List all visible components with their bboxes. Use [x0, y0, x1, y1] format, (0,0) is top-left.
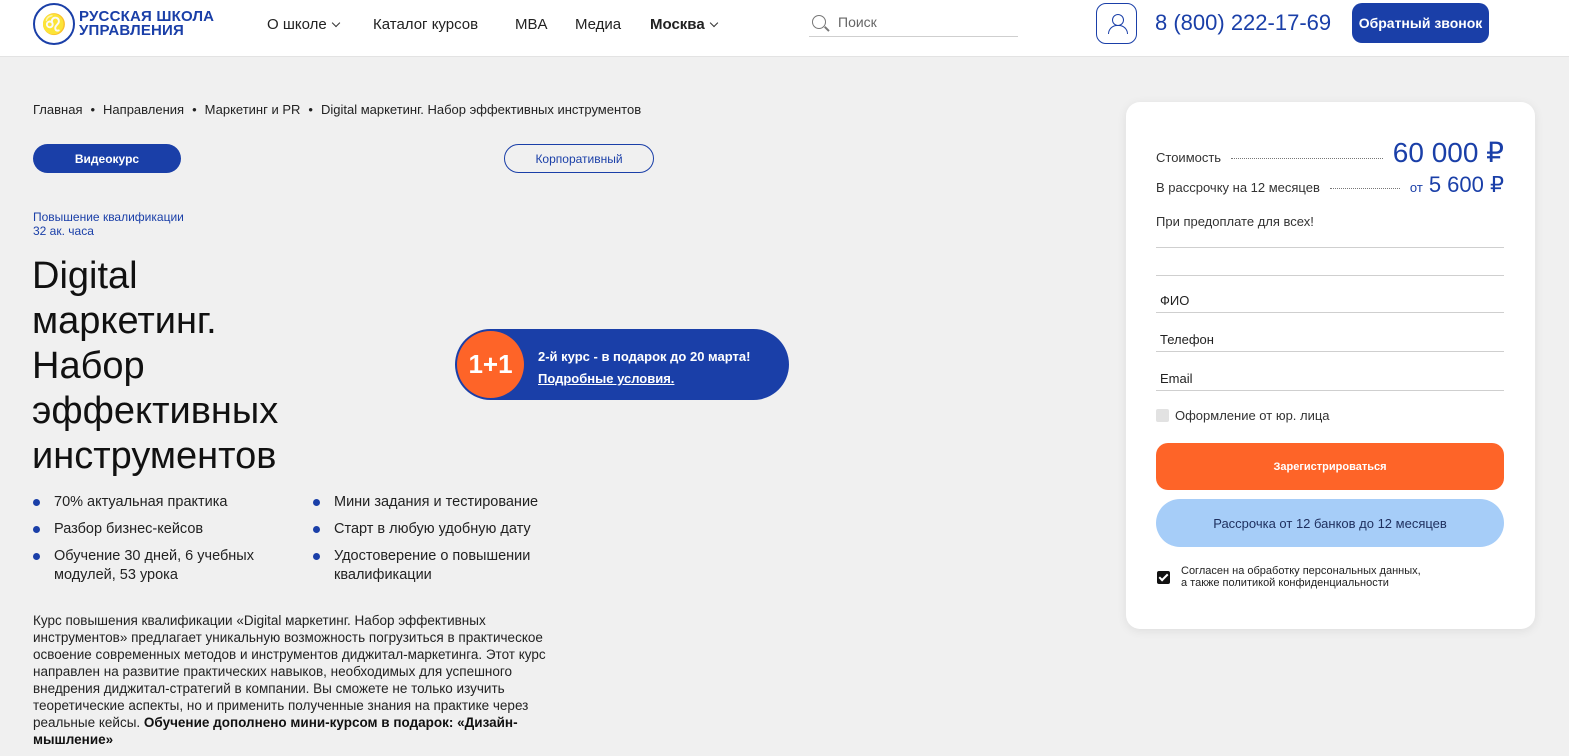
nav-media[interactable]: Медиа [575, 16, 621, 33]
promo-text: 2-й курс - в подарок до 20 марта! [538, 349, 751, 364]
account-button[interactable] [1096, 3, 1137, 44]
breadcrumb-directions[interactable]: Направления [103, 102, 184, 117]
feature-item: Старт в любую удобную дату [313, 520, 573, 539]
feature-item: Обучение 30 дней, 6 учебных модулей, 53 … [33, 547, 283, 585]
features-right: Мини задания и тестирование Старт в любу… [313, 493, 573, 593]
city-selector[interactable]: Москва [650, 16, 718, 33]
nav-mba[interactable]: MBA [515, 16, 548, 33]
checkbox-checked-icon[interactable] [1157, 571, 1170, 584]
course-hours: 32 ак. часа [33, 224, 94, 238]
promo-banner: 1+1 2-й курс - в подарок до 20 марта! По… [455, 329, 789, 400]
breadcrumb-marketing[interactable]: Маркетинг и PR [205, 102, 301, 117]
installment-row: В рассрочку на 12 месяцев от 5 600 ₽ [1156, 172, 1504, 197]
cost-row: Стоимость 60 000 ₽ [1156, 136, 1504, 169]
cost-value: 60 000 ₽ [1392, 137, 1504, 168]
promo-details-link[interactable]: Подробные условия. [538, 368, 750, 390]
user-icon [1107, 13, 1128, 34]
site-header: ♌ РУССКАЯ ШКОЛА УПРАВЛЕНИЯ О школе Катал… [0, 0, 1569, 57]
lion-emblem-icon: ♌ [33, 3, 75, 45]
chevron-down-icon [331, 18, 340, 28]
nav-about[interactable]: О школе [267, 16, 340, 33]
phone-field[interactable]: Телефон [1156, 332, 1504, 352]
feature-item: Удостоверение о повышении квалификации [313, 547, 573, 585]
consent-checkbox[interactable]: Согласен на обработку персональных данны… [1157, 565, 1421, 589]
phone-number[interactable]: 8 (800) 222-17-69 [1155, 10, 1331, 36]
video-course-tab[interactable]: Видеокурс [33, 144, 181, 173]
feature-item: 70% актуальная практика [33, 493, 283, 512]
installment-value: 5 600 ₽ [1428, 172, 1504, 197]
features-left: 70% актуальная практика Разбор бизнес-ке… [33, 493, 283, 593]
checkbox-icon[interactable] [1156, 409, 1169, 422]
logo[interactable]: ♌ РУССКАЯ ШКОЛА УПРАВЛЕНИЯ [33, 3, 214, 45]
chevron-down-icon [709, 18, 718, 28]
nav-catalog[interactable]: Каталог курсов [373, 16, 478, 33]
email-field[interactable]: Email [1156, 371, 1504, 391]
legal-entity-label: Оформление от юр. лица [1175, 408, 1330, 423]
search-input[interactable] [838, 14, 1008, 30]
breadcrumb: Главная • Направления • Маркетинг и PR •… [33, 102, 641, 117]
consent-line1: Согласен на обработку персональных данны… [1181, 565, 1421, 577]
breadcrumb-separator: • [90, 102, 96, 117]
installment-label: В рассрочку на 12 месяцев [1156, 180, 1320, 195]
promo-badge: 1+1 [457, 331, 524, 398]
legal-entity-checkbox[interactable]: Оформление от юр. лица [1156, 408, 1330, 423]
consent-line2[interactable]: а также политикой конфиденциальности [1181, 577, 1421, 589]
divider [1156, 238, 1504, 248]
breadcrumb-home[interactable]: Главная [33, 102, 82, 117]
installment-button[interactable]: Рассрочка от 12 банков до 12 месяцев [1156, 499, 1504, 547]
course-type: Повышение квалификации [33, 210, 184, 224]
name-field[interactable]: ФИО [1156, 293, 1504, 313]
page-title: Digital маркетинг. Набор эффективных инс… [32, 255, 279, 477]
breadcrumb-separator: • [308, 102, 313, 117]
divider [1156, 266, 1504, 276]
course-meta: Повышение квалификации 32 ак. часа [33, 210, 184, 238]
registration-card: Стоимость 60 000 ₽ В рассрочку на 12 мес… [1126, 102, 1535, 629]
cost-label: Стоимость [1156, 150, 1222, 165]
search-icon [812, 15, 826, 29]
course-description: Курс повышения квалификации «Digital мар… [33, 613, 546, 747]
search-box [809, 8, 1018, 37]
logo-line2: УПРАВЛЕНИЯ [79, 22, 185, 39]
prepay-note: При предоплате для всех! [1156, 214, 1314, 229]
corporate-tab[interactable]: Корпоративный [504, 144, 654, 173]
register-button[interactable]: Зарегистрироваться [1156, 443, 1504, 490]
breadcrumb-current: Digital маркетинг. Набор эффективных инс… [320, 102, 642, 117]
breadcrumb-separator: • [192, 102, 197, 117]
feature-item: Разбор бизнес-кейсов [33, 520, 283, 539]
feature-item: Мини задания и тестирование [313, 493, 573, 512]
callback-button[interactable]: Обратный звонок [1352, 3, 1489, 43]
